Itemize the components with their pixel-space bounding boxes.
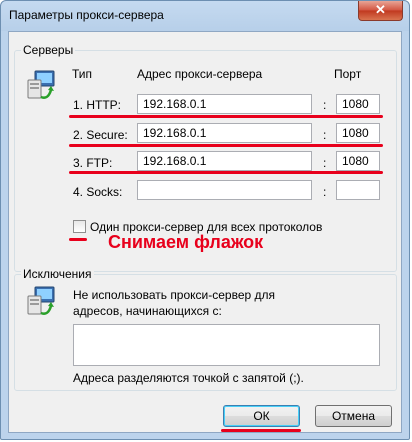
proxy-settings-dialog: Параметры прокси-сервера ✕ Серверы Тип А…: [0, 0, 410, 440]
col-type-header: Тип: [72, 67, 93, 81]
exceptions-hint: Адреса разделяются точкой с запятой (;).: [73, 371, 304, 385]
secure-label: 2. Secure:: [73, 128, 128, 142]
ok-button[interactable]: ОК: [223, 405, 300, 427]
ftp-underline: [69, 171, 383, 174]
close-icon: ✕: [375, 2, 386, 17]
socks-colon: :: [323, 185, 327, 199]
http-address-input[interactable]: 192.168.0.1: [137, 94, 312, 114]
socks-label: 4. Socks:: [73, 185, 123, 199]
close-button[interactable]: ✕: [358, 1, 403, 21]
network-computer-icon: [27, 70, 55, 99]
col-port-header: Порт: [334, 67, 362, 81]
dialog-client-area: Серверы Тип Адрес прокси-сервера Порт 1.…: [8, 31, 402, 433]
ftp-colon: :: [323, 156, 327, 170]
checkbox-annotation-dash: [69, 238, 87, 241]
servers-group-title: Серверы: [21, 43, 76, 57]
socks-address-input[interactable]: [137, 180, 312, 200]
secure-address-input[interactable]: 192.168.0.1: [137, 123, 312, 143]
cancel-button[interactable]: Отмена: [315, 405, 392, 427]
network-computer-icon: [27, 286, 55, 315]
exceptions-textarea[interactable]: [73, 324, 380, 366]
ftp-port-input[interactable]: 1080: [336, 151, 380, 171]
http-label: 1. HTTP:: [73, 98, 122, 112]
ftp-address-input[interactable]: 192.168.0.1: [137, 151, 312, 171]
exceptions-group-title: Исключения: [21, 267, 94, 281]
dialog-title: Параметры прокси-сервера: [9, 8, 164, 22]
exceptions-description: Не использовать прокси-сервер для адресо…: [73, 288, 276, 318]
annotation-text: Снимаем флажок: [108, 232, 264, 252]
secure-underline: [69, 144, 383, 147]
secure-colon: :: [323, 128, 327, 142]
same-proxy-checkbox[interactable]: [73, 220, 86, 233]
secure-port-input[interactable]: 1080: [336, 123, 380, 143]
http-port-input[interactable]: 1080: [336, 94, 380, 114]
ok-underline: [221, 429, 301, 432]
http-colon: :: [323, 98, 327, 112]
ftp-label: 3. FTP:: [73, 156, 113, 170]
socks-port-input[interactable]: [336, 180, 380, 200]
col-address-header: Адрес прокси-сервера: [137, 67, 263, 81]
http-underline: [69, 115, 383, 118]
